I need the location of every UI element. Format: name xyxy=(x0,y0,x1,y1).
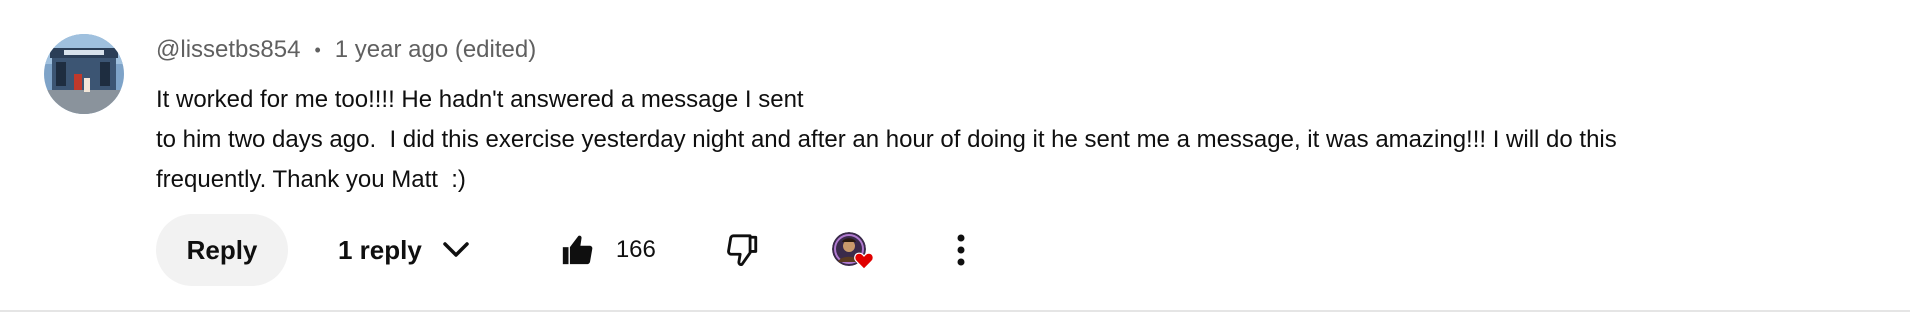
comment-text-line: It worked for me too!!!! He hadn't answe… xyxy=(156,86,804,113)
comment-divider xyxy=(0,310,1910,312)
comment-timestamp[interactable]: 1 year ago (edited) xyxy=(335,36,536,64)
view-replies-toggle[interactable]: 1 reply xyxy=(338,235,470,266)
comment-thread: @lissetbs854 • 1 year ago (edited) It wo… xyxy=(0,0,1910,314)
thumbs-up-icon xyxy=(562,235,593,265)
comment-text: It worked for me too!!!! He hadn't answe… xyxy=(156,80,1806,200)
creator-heart-badge xyxy=(831,228,876,272)
avatar-photo-icon xyxy=(44,34,124,114)
more-actions-button[interactable] xyxy=(956,233,966,267)
meta-separator: • xyxy=(314,39,321,60)
chevron-down-icon xyxy=(443,242,469,257)
comment-header: @lissetbs854 • 1 year ago (edited) xyxy=(156,36,536,64)
reply-button[interactable]: Reply xyxy=(156,214,288,286)
heart-icon xyxy=(854,252,874,270)
like-count: 166 xyxy=(615,236,656,263)
comment-text-line: to him two days ago. I did this exercise… xyxy=(156,126,1617,153)
replies-count-label: 1 reply xyxy=(338,234,422,265)
like-button[interactable]: 166 xyxy=(560,233,656,267)
author-handle[interactable]: @lissetbs854 xyxy=(156,36,300,64)
author-avatar[interactable] xyxy=(44,34,124,114)
comment-action-bar: Reply 1 reply 166 xyxy=(156,214,966,286)
thumbs-down-icon xyxy=(726,234,758,266)
comment-text-line: frequently. Thank you Matt :) xyxy=(156,166,466,193)
more-vertical-icon xyxy=(957,234,965,266)
dislike-button[interactable] xyxy=(726,233,760,267)
